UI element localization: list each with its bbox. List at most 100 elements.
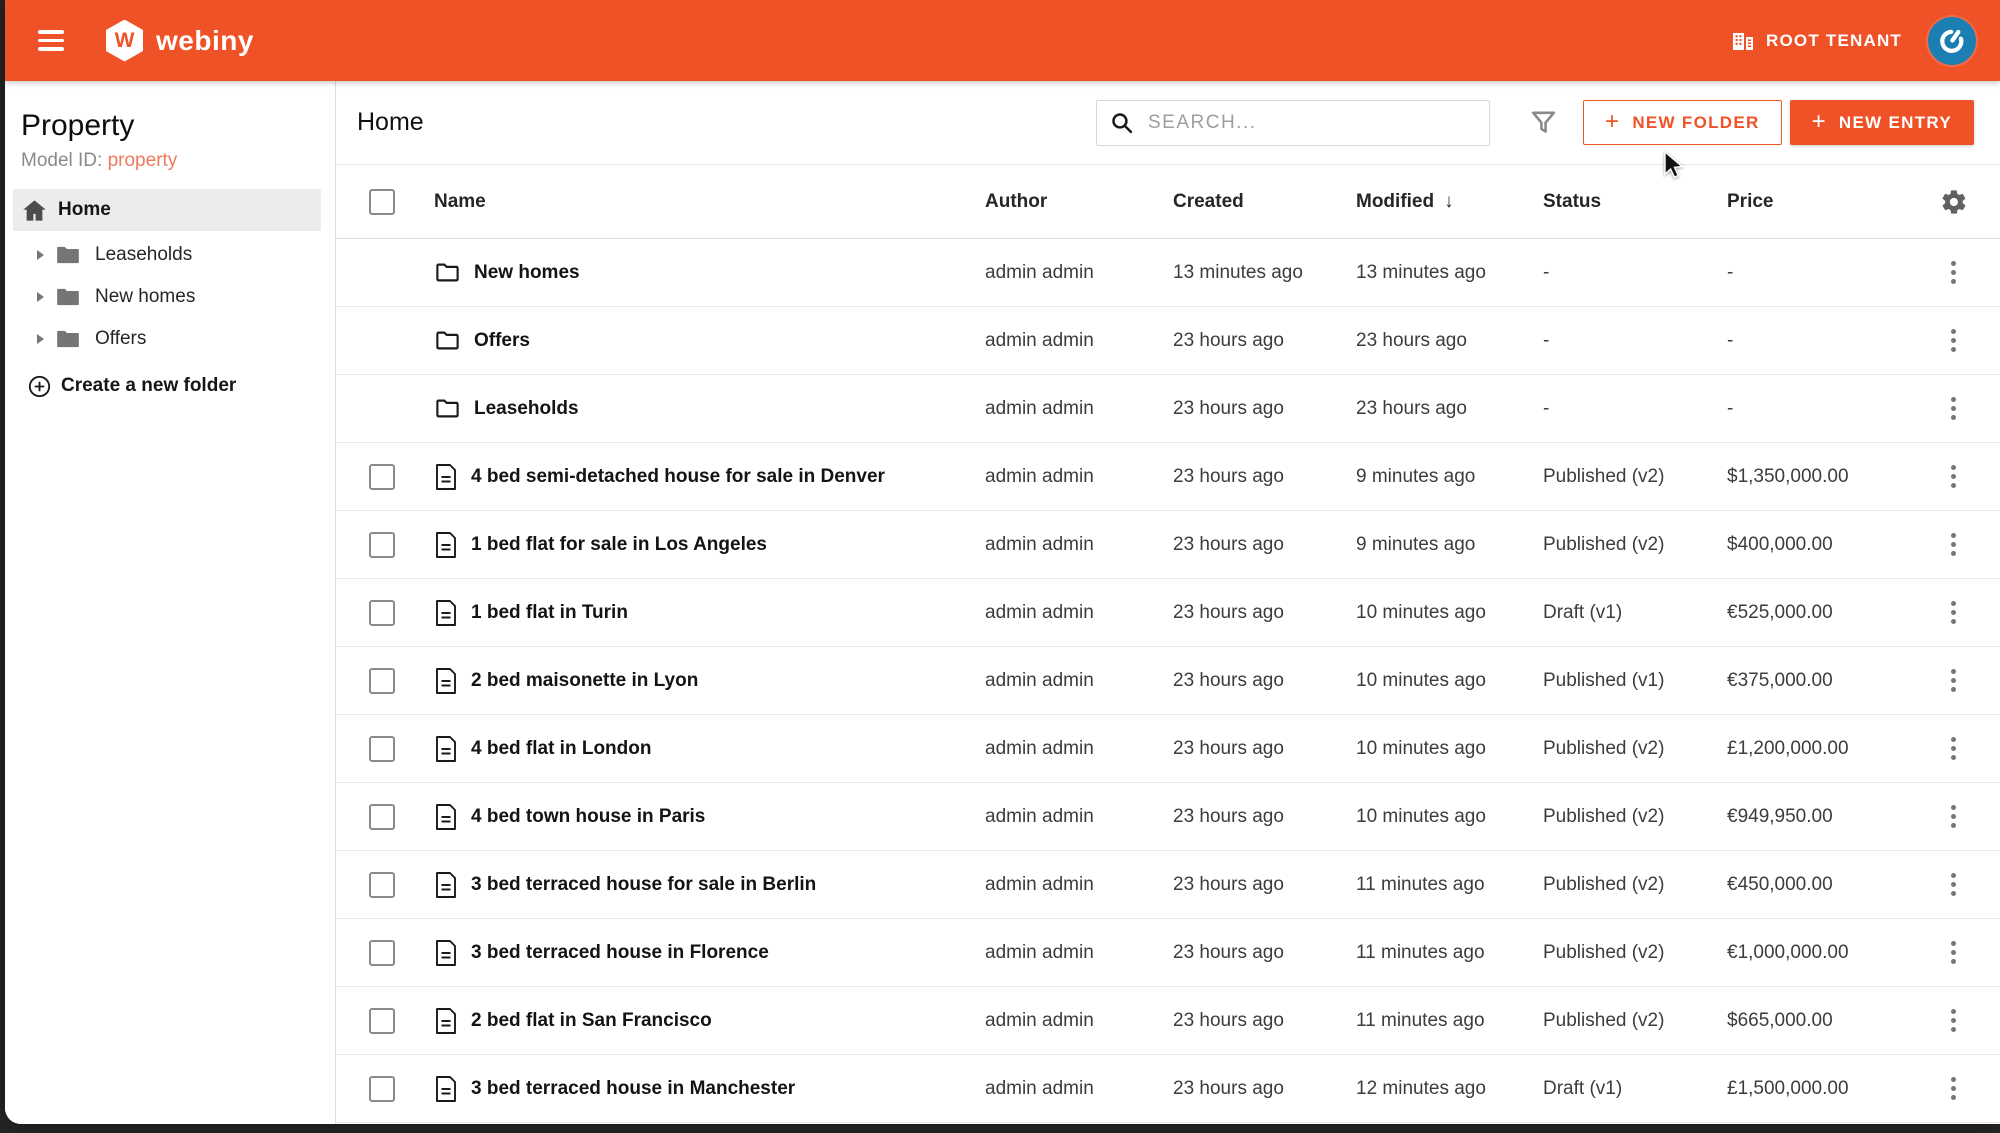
table-row[interactable]: 4 bed flat in London admin admin 23 hour… (336, 715, 2000, 783)
hamburger-menu-icon[interactable] (38, 30, 64, 51)
row-menu-button[interactable] (1945, 255, 1962, 290)
sidebar-folder-leaseholds[interactable]: Leaseholds (5, 234, 335, 276)
main-content: Home + NEW FOLDER (336, 81, 2000, 1124)
user-avatar[interactable] (1928, 17, 1976, 65)
search-input[interactable] (1148, 112, 1477, 134)
row-menu-button[interactable] (1945, 459, 1962, 494)
table-row[interactable]: 3 bed terraced house in Manchester admin… (336, 1055, 2000, 1123)
column-header-author[interactable]: Author (985, 191, 1173, 213)
row-author: admin admin (985, 466, 1173, 488)
row-menu-button[interactable] (1945, 1071, 1962, 1106)
table-row[interactable]: Leaseholds admin admin 23 hours ago 23 h… (336, 375, 2000, 443)
document-icon (434, 1008, 458, 1034)
table-body: New homes admin admin 13 minutes ago 13 … (336, 239, 2000, 1123)
table-row[interactable]: Offers admin admin 23 hours ago 23 hours… (336, 307, 2000, 375)
sidebar-item-home[interactable]: Home (13, 189, 321, 231)
tenant-selector[interactable]: ROOT TENANT (1731, 29, 1902, 53)
select-all-checkbox[interactable] (369, 189, 395, 215)
row-name-label[interactable]: 4 bed town house in Paris (471, 806, 705, 828)
row-author: admin admin (985, 942, 1173, 964)
row-menu-button[interactable] (1945, 527, 1962, 562)
table-row[interactable]: 2 bed flat in San Francisco admin admin … (336, 987, 2000, 1055)
row-checkbox[interactable] (369, 464, 395, 490)
document-icon (434, 532, 458, 558)
filter-icon[interactable] (1528, 107, 1559, 138)
row-checkbox[interactable] (369, 736, 395, 762)
table-header-row: Name Author Created Modified↓ Status Pri… (336, 165, 2000, 239)
row-menu-button[interactable] (1945, 731, 1962, 766)
row-menu-button[interactable] (1945, 867, 1962, 902)
row-menu-button[interactable] (1945, 595, 1962, 630)
row-author: admin admin (985, 1010, 1173, 1032)
row-created: 23 hours ago (1173, 466, 1356, 488)
row-checkbox[interactable] (369, 804, 395, 830)
row-created: 23 hours ago (1173, 398, 1356, 420)
row-name-label[interactable]: 2 bed flat in San Francisco (471, 1010, 712, 1032)
row-checkbox[interactable] (369, 600, 395, 626)
row-price: €525,000.00 (1727, 602, 1907, 624)
row-checkbox[interactable] (369, 940, 395, 966)
table-row[interactable]: 1 bed flat for sale in Los Angeles admin… (336, 511, 2000, 579)
model-id-value[interactable]: property (108, 150, 178, 171)
new-folder-button[interactable]: + NEW FOLDER (1583, 100, 1782, 145)
row-name-label[interactable]: 4 bed semi-detached house for sale in De… (471, 466, 885, 488)
webiny-hexagon-icon: W (106, 20, 143, 62)
row-price: £1,200,000.00 (1727, 738, 1907, 760)
row-name-label[interactable]: 3 bed terraced house in Florence (471, 942, 769, 964)
row-menu-button[interactable] (1945, 663, 1962, 698)
row-menu-button[interactable] (1945, 391, 1962, 426)
caret-right-icon[interactable] (33, 248, 47, 262)
column-header-modified[interactable]: Modified↓ (1356, 191, 1543, 213)
row-name-label[interactable]: 3 bed terraced house for sale in Berlin (471, 874, 816, 896)
table-row[interactable]: 4 bed town house in Paris admin admin 23… (336, 783, 2000, 851)
row-price: - (1727, 398, 1907, 420)
table-row[interactable]: 2 bed maisonette in Lyon admin admin 23 … (336, 647, 2000, 715)
row-name-label[interactable]: Leaseholds (474, 398, 579, 420)
webiny-logo[interactable]: W webiny (106, 20, 254, 62)
table-settings-button[interactable] (1907, 188, 2000, 216)
row-name-label[interactable]: New homes (474, 262, 580, 284)
row-name-label[interactable]: 3 bed terraced house in Manchester (471, 1078, 795, 1100)
column-header-status[interactable]: Status (1543, 191, 1727, 213)
sidebar-folder-offers[interactable]: Offers (5, 318, 335, 360)
row-menu-button[interactable] (1945, 935, 1962, 970)
row-author: admin admin (985, 738, 1173, 760)
table-row[interactable]: New homes admin admin 13 minutes ago 13 … (336, 239, 2000, 307)
document-icon (434, 1076, 458, 1102)
row-name-label[interactable]: 4 bed flat in London (471, 738, 651, 760)
create-folder-button[interactable]: Create a new folder (5, 365, 335, 407)
row-name-label[interactable]: 2 bed maisonette in Lyon (471, 670, 698, 692)
row-name-label[interactable]: Offers (474, 330, 530, 352)
sidebar-folder-new-homes[interactable]: New homes (5, 276, 335, 318)
document-icon (434, 464, 458, 490)
row-checkbox[interactable] (369, 532, 395, 558)
document-icon (434, 872, 458, 898)
row-checkbox[interactable] (369, 1008, 395, 1034)
document-icon (434, 600, 458, 626)
row-status: Published (v2) (1543, 466, 1727, 488)
column-header-price[interactable]: Price (1727, 191, 1907, 213)
table-row[interactable]: 4 bed semi-detached house for sale in De… (336, 443, 2000, 511)
row-menu-button[interactable] (1945, 799, 1962, 834)
row-name-label[interactable]: 1 bed flat for sale in Los Angeles (471, 534, 767, 556)
caret-right-icon[interactable] (33, 290, 47, 304)
row-checkbox[interactable] (369, 872, 395, 898)
table-row[interactable]: 3 bed terraced house for sale in Berlin … (336, 851, 2000, 919)
sidebar-folder-label: New homes (95, 286, 195, 308)
caret-right-icon[interactable] (33, 332, 47, 346)
row-checkbox[interactable] (369, 668, 395, 694)
document-icon (434, 736, 458, 762)
sort-desc-icon: ↓ (1444, 191, 1454, 212)
column-header-name[interactable]: Name (434, 191, 985, 213)
table-row[interactable]: 3 bed terraced house in Florence admin a… (336, 919, 2000, 987)
row-name-label[interactable]: 1 bed flat in Turin (471, 602, 628, 624)
row-checkbox[interactable] (369, 1076, 395, 1102)
row-menu-button[interactable] (1945, 323, 1962, 358)
row-menu-button[interactable] (1945, 1003, 1962, 1038)
document-icon (434, 668, 458, 694)
table-row[interactable]: 1 bed flat in Turin admin admin 23 hours… (336, 579, 2000, 647)
row-modified: 11 minutes ago (1356, 942, 1543, 964)
row-modified: 23 hours ago (1356, 398, 1543, 420)
new-entry-button[interactable]: + NEW ENTRY (1790, 100, 1974, 145)
column-header-created[interactable]: Created (1173, 191, 1356, 213)
